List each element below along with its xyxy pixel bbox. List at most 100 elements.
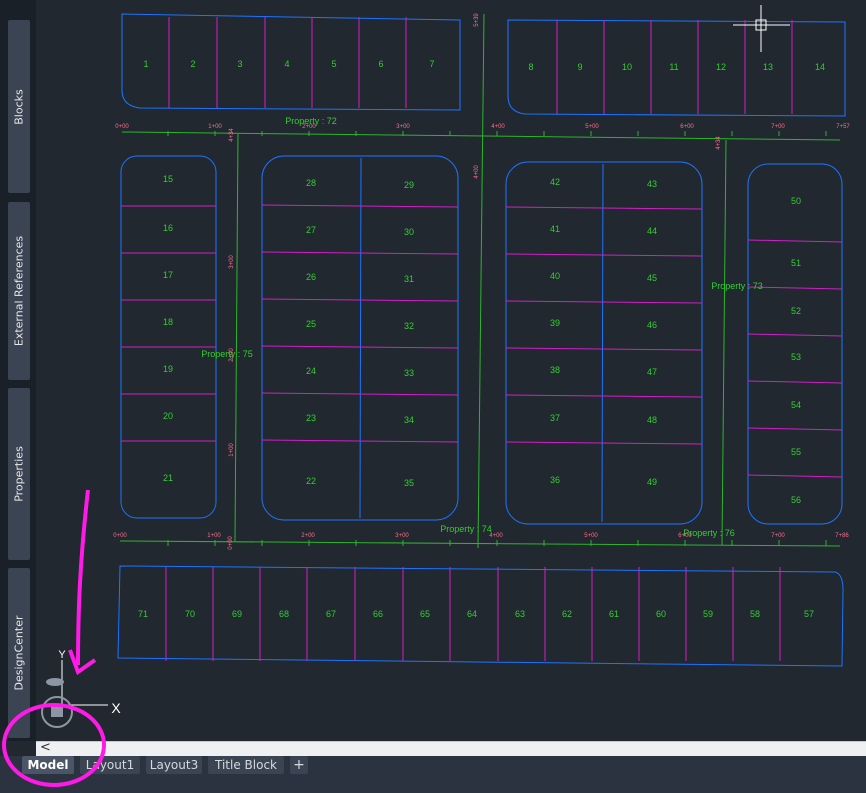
lot-label-right: 52: [791, 306, 801, 316]
lot-label-bottom: 60: [656, 609, 666, 619]
tab-layout3[interactable]: Layout3: [146, 756, 202, 774]
lot-label-bottom: 66: [373, 609, 383, 619]
lot-line: [505, 347, 703, 351]
station-label: 0+00: [113, 533, 127, 539]
palette-tab-properties[interactable]: Properties: [8, 388, 30, 560]
lot-label-top: 7: [429, 59, 434, 69]
lot-label-top: 8: [528, 62, 533, 72]
layout-tab-bar: Model Layout1 Layout3 Title Block +: [0, 756, 866, 793]
lot-label-mid: 23: [306, 413, 316, 423]
lot-label-mid: 31: [404, 274, 414, 284]
parcel-divider: [601, 163, 604, 523]
tool-palette-strip: Blocks External References Properties De…: [0, 0, 36, 741]
lot-line: [261, 298, 459, 302]
station-label: 0+00: [115, 124, 129, 130]
parcel-block-bottom: [117, 565, 844, 667]
lot-label-mid: 22: [306, 476, 316, 486]
palette-tab-blocks[interactable]: Blocks: [8, 20, 30, 193]
lot-label-mid: 48: [647, 415, 657, 425]
station-label-vertical: 4+00: [474, 165, 480, 179]
lot-label-top: 5: [331, 59, 336, 69]
lot-label-mid: 36: [550, 475, 560, 485]
command-line[interactable]: <: [36, 740, 866, 756]
lot-label-mid: 29: [404, 180, 414, 190]
lot-label-left: 18: [163, 317, 173, 327]
lot-line: [505, 253, 703, 257]
lot-label-bottom: 71: [138, 609, 148, 619]
station-label-vertical: 4+34: [716, 136, 722, 150]
lot-label-right: 50: [791, 196, 801, 206]
property-label: Property : 74: [440, 524, 492, 534]
lot-label-bottom: 70: [185, 609, 195, 619]
lot-label-top: 12: [716, 62, 726, 72]
property-label: Property : 73: [711, 281, 763, 291]
lot-label-bottom: 69: [232, 609, 242, 619]
command-scroll-left-icon[interactable]: <: [40, 740, 51, 755]
lot-label-mid: 27: [306, 225, 316, 235]
alignment-right: [721, 139, 727, 546]
station-label-vertical: 3+00: [229, 255, 235, 269]
lot-label-mid: 43: [647, 179, 657, 189]
station-label: 7+00: [771, 533, 785, 539]
lot-label-mid: 24: [306, 366, 316, 376]
property-label: Property : 76: [683, 528, 735, 538]
station-label: 2+00: [301, 533, 315, 539]
lot-label-bottom: 63: [515, 609, 525, 619]
tab-title-block[interactable]: Title Block: [208, 756, 284, 774]
lot-line: [747, 427, 843, 431]
lot-label-top: 6: [378, 59, 383, 69]
station-label: 5+00: [584, 533, 598, 539]
lot-line: [261, 204, 459, 208]
lot-label-top: 9: [577, 62, 582, 72]
lot-label-left: 15: [163, 174, 173, 184]
ucs-x-label: X: [111, 700, 121, 716]
lot-label-mid: 45: [647, 273, 657, 283]
lot-line: [747, 239, 843, 243]
palette-tab-external-references[interactable]: External References: [8, 202, 30, 380]
tab-layout1[interactable]: Layout1: [80, 756, 140, 774]
lot-line: [505, 206, 703, 210]
station-label: 7+86: [835, 533, 849, 539]
tab-model[interactable]: Model: [22, 756, 74, 774]
lot-label-top: 14: [815, 62, 825, 72]
station-label: 1+00: [208, 124, 222, 130]
lot-label-right: 56: [791, 495, 801, 505]
parcel-block-mid-right: [505, 161, 703, 525]
lot-label-bottom: 61: [609, 609, 619, 619]
lot-label-top: 4: [284, 59, 289, 69]
lot-label-bottom: 62: [562, 609, 572, 619]
station-label: 7+57: [836, 124, 850, 130]
lot-label-top: 1: [143, 59, 148, 69]
lot-label-right: 54: [791, 400, 801, 410]
lot-label-top: 11: [669, 62, 678, 72]
palette-tab-designcenter[interactable]: DesignCenter: [8, 568, 30, 738]
lot-label-mid: 32: [404, 321, 414, 331]
lot-label-top: 13: [763, 62, 773, 72]
lot-label-right: 51: [791, 258, 801, 268]
palette-tab-label: Properties: [12, 446, 26, 502]
station-label: 5+00: [585, 124, 599, 130]
lot-label-left: 16: [163, 223, 173, 233]
lot-label-mid: 46: [647, 320, 657, 330]
lot-label-mid: 47: [647, 367, 657, 377]
lot-label-bottom: 64: [467, 609, 477, 619]
lot-label-bottom: 67: [326, 609, 336, 619]
lot-line: [747, 333, 843, 337]
station-label: 1+00: [207, 533, 221, 539]
station-label: 3+00: [395, 533, 409, 539]
lot-line: [505, 441, 703, 445]
drawing-canvas[interactable]: 1 2 3 4 5 6 7 8 9 10 11 12 13 14 15 16 17 18 19 20 21 28 27 26 2…: [36, 0, 866, 741]
palette-tab-label: DesignCenter: [12, 615, 26, 691]
lot-label-mid: 42: [550, 177, 560, 187]
navbar-disc-icon: [46, 678, 64, 686]
ucs-y-label: Y: [58, 649, 66, 661]
add-layout-button[interactable]: +: [290, 756, 308, 774]
lot-line: [261, 251, 459, 255]
lot-label-mid: 25: [306, 319, 316, 329]
lot-label-mid: 38: [550, 365, 560, 375]
lot-label-left: 21: [163, 473, 173, 483]
lot-label-mid: 30: [404, 227, 414, 237]
station-label: 3+00: [396, 124, 410, 130]
lot-label-bottom: 58: [750, 609, 760, 619]
property-label: Property : 72: [285, 116, 337, 126]
